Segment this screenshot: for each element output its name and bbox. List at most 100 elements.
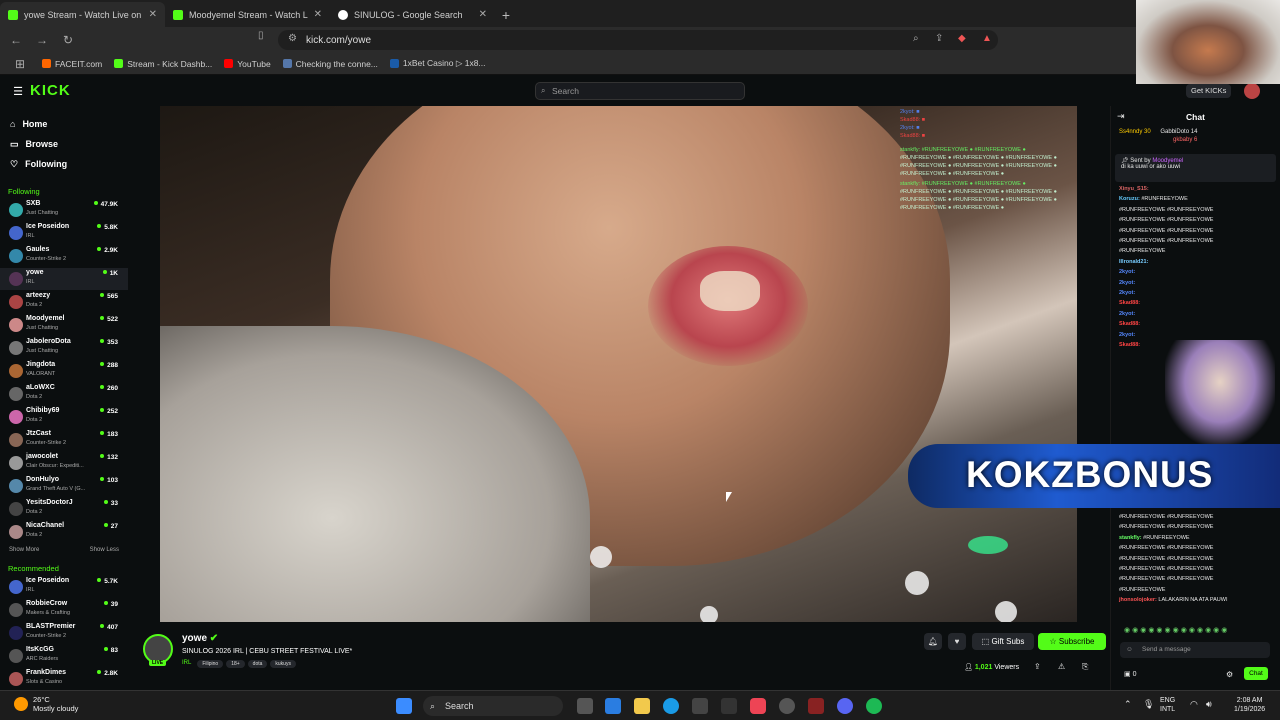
show-less-button[interactable]: Show Less: [90, 547, 119, 557]
chat-username[interactable]: 2kyot:: [1119, 290, 1135, 296]
forward-icon[interactable]: →: [32, 33, 52, 47]
chat-username[interactable]: Koruzu:: [1119, 196, 1140, 202]
sidebar-channel-gaules[interactable]: Gaules Counter-Strike 2 2.9K: [0, 245, 128, 267]
chat-message[interactable]: 2kyot:: [1119, 288, 1272, 298]
sidebar-channel-jawocolet[interactable]: jawocolet Clair Obscur: Expediti... 132: [0, 452, 128, 474]
clock[interactable]: 2:08 AM 1/19/2026: [1234, 696, 1265, 714]
chat-message[interactable]: jhonsolojoker: LALAKARIN NA ATA PAUWI: [1119, 595, 1228, 605]
send-chat-button[interactable]: Chat: [1244, 667, 1268, 680]
get-kicks-button[interactable]: Get KICKs: [1186, 84, 1232, 98]
sidebar-channel-frankdimes[interactable]: FrankDimes Slots & Casino 2.8K: [0, 668, 128, 690]
streamer-name[interactable]: yowe ✔: [182, 633, 218, 644]
sidebar-channel-yesitsdoctorj[interactable]: YesitsDoctorJ Dota 2 33: [0, 498, 128, 520]
volume-icon[interactable]: 🔊︎: [1206, 699, 1212, 710]
sidebar-channel-sxb[interactable]: SXB Just Chatting 47.9K: [0, 199, 128, 221]
windows-start-icon[interactable]: [396, 698, 412, 714]
bell-icon[interactable]: 🔔︎: [924, 633, 942, 650]
subscribe-button[interactable]: ☆ Subscribe: [1038, 633, 1106, 650]
discord-icon[interactable]: [837, 698, 853, 714]
mic-icon[interactable]: 🎙︎: [1143, 699, 1154, 710]
sidebar-channel-blastpremier[interactable]: BLASTPremier Counter-Strike 2 407: [0, 622, 128, 644]
chat-username[interactable]: jhonsolojoker:: [1119, 597, 1157, 603]
chat-message[interactable]: #RUNFREEYOWE: [1119, 585, 1228, 595]
app-icon[interactable]: [808, 698, 824, 714]
steam-icon[interactable]: [779, 698, 795, 714]
chat-username[interactable]: 2kyot:: [1119, 280, 1135, 286]
gift-subs-button[interactable]: ⬚ Gift Subs: [972, 633, 1034, 650]
chat-message[interactable]: Koruzu: #RUNFREEYOWE: [1119, 194, 1272, 204]
chat-message[interactable]: #RUNFREEYOWE: [1119, 246, 1272, 256]
language-indicator[interactable]: ENG INTL: [1160, 696, 1175, 714]
chat-message[interactable]: 2kyot:: [1119, 267, 1272, 277]
chat-message[interactable]: 2kyot:: [1119, 309, 1272, 319]
gifter[interactable]: gkbaby 6: [1173, 137, 1197, 143]
sidebar-channel-donhulyo[interactable]: DonHulyo Grand Theft Auto V (G... 103: [0, 475, 128, 497]
new-tab-button[interactable]: +: [495, 2, 517, 27]
chat-username[interactable]: Skad88:: [1119, 300, 1140, 306]
chat-message[interactable]: 2kyot:: [1119, 330, 1272, 340]
chat-username[interactable]: 2kyot:: [1119, 269, 1135, 275]
store-icon[interactable]: [692, 698, 708, 714]
site-info-icon[interactable]: ⚙: [288, 33, 297, 44]
collapse-chat-icon[interactable]: ⇥: [1117, 111, 1125, 122]
bookmark-1xbet[interactable]: 1xBet Casino ▷ 1x8...: [389, 58, 486, 69]
chat-message[interactable]: #RUNFREEYOWE #RUNFREEYOWE: [1119, 522, 1228, 532]
chat-username[interactable]: Illronald21:: [1119, 259, 1148, 265]
edge-icon[interactable]: [663, 698, 679, 714]
chat-message[interactable]: Skad88:: [1119, 319, 1272, 329]
chat-message[interactable]: #RUNFREEYOWE #RUNFREEYOWE: [1119, 574, 1228, 584]
chat-message[interactable]: #RUNFREEYOWE #RUNFREEYOWE: [1119, 236, 1272, 246]
chat-username[interactable]: Skad88:: [1119, 321, 1140, 327]
weather-widget[interactable]: 26°C Mostly cloudy: [33, 695, 78, 713]
bookmark-kick[interactable]: Stream - Kick Dashb...: [114, 59, 212, 69]
sidebar-item-home[interactable]: ⌂ Home: [0, 114, 128, 134]
stream-tag[interactable]: kukuys: [270, 660, 296, 668]
share-icon[interactable]: ⇪: [1034, 662, 1041, 671]
copilot-icon[interactable]: [605, 698, 621, 714]
sidebar-channel-itskcgg[interactable]: ItsKcGG ARC Raiders 83: [0, 645, 128, 667]
stream-tag[interactable]: 18+: [226, 660, 245, 668]
gifter[interactable]: GabbiDoto 14: [1160, 129, 1197, 135]
chat-message[interactable]: 2kyot:: [1119, 278, 1272, 288]
close-icon[interactable]: ✕: [149, 9, 157, 20]
sidebar-channel-alowxc[interactable]: aLoWXC Dota 2 260: [0, 383, 128, 405]
chat-message[interactable]: #RUNFREEYOWE #RUNFREEYOWE: [1119, 512, 1228, 522]
share-icon[interactable]: ⇪: [935, 33, 943, 44]
tab-google[interactable]: SINULOG - Google Search ✕: [330, 2, 495, 27]
tab-yowe[interactable]: yowe Stream - Watch Live on ✕: [0, 2, 165, 27]
chat-username[interactable]: stankfly:: [1119, 535, 1142, 541]
file-explorer-icon[interactable]: [634, 698, 650, 714]
tray-chevron-icon[interactable]: ⌃: [1124, 699, 1132, 710]
chat-username[interactable]: 2kyot:: [1119, 332, 1135, 338]
show-more-button[interactable]: Show More: [9, 547, 39, 557]
bookmark-checking[interactable]: Checking the conne...: [282, 59, 378, 69]
sidebar-channel-chibiby69[interactable]: Chibiby69 Dota 2 252: [0, 406, 128, 428]
stream-category[interactable]: IRL: [182, 660, 191, 668]
heart-icon[interactable]: ♥: [948, 633, 966, 650]
brave-icon[interactable]: [750, 698, 766, 714]
menu-icon[interactable]: ☰: [8, 85, 28, 98]
sidebar-item-following[interactable]: ♡ Following: [0, 154, 128, 174]
chat-message[interactable]: #RUNFREEYOWE #RUNFREEYOWE: [1119, 554, 1228, 564]
sidebar-channel-jingdota[interactable]: Jingdota VALORANT 288: [0, 360, 128, 382]
user-avatar[interactable]: [1244, 83, 1260, 99]
chat-username[interactable]: Skad88:: [1119, 342, 1140, 348]
emote-icon[interactable]: ☺: [1126, 642, 1133, 658]
chat-message[interactable]: #RUNFREEYOWE #RUNFREEYOWE: [1119, 205, 1272, 215]
zoom-icon[interactable]: ⌕: [913, 33, 919, 44]
chat-username[interactable]: 2kyot:: [1119, 311, 1135, 317]
search-input[interactable]: ⌕ Search: [535, 82, 745, 100]
spotify-icon[interactable]: [866, 698, 882, 714]
sidebar-channel-jtzcast[interactable]: JtzCast Counter-Strike 2 183: [0, 429, 128, 451]
bookmark-youtube[interactable]: YouTube: [224, 59, 271, 69]
pinned-message[interactable]: 📌︎ Sent by Moodyemel di ka uuwi or ako u…: [1115, 154, 1276, 182]
rewards-icon[interactable]: ▲: [982, 33, 992, 44]
clip-icon[interactable]: ⎘: [1082, 662, 1088, 672]
sidebar-channel-robbiecrow[interactable]: RobbieCrow Makers & Crafting 39: [0, 599, 128, 621]
sidebar-channel-ice-poseidon[interactable]: Ice Poseidon IRL 5.8K: [0, 222, 128, 244]
back-icon[interactable]: ←: [6, 33, 26, 47]
chat-message[interactable]: Xinyu_S15:: [1119, 184, 1272, 194]
reload-icon[interactable]: ↻: [58, 33, 78, 47]
apps-icon[interactable]: ⊞: [10, 57, 30, 71]
sidebar-item-browse[interactable]: ▭ Browse: [0, 134, 128, 154]
